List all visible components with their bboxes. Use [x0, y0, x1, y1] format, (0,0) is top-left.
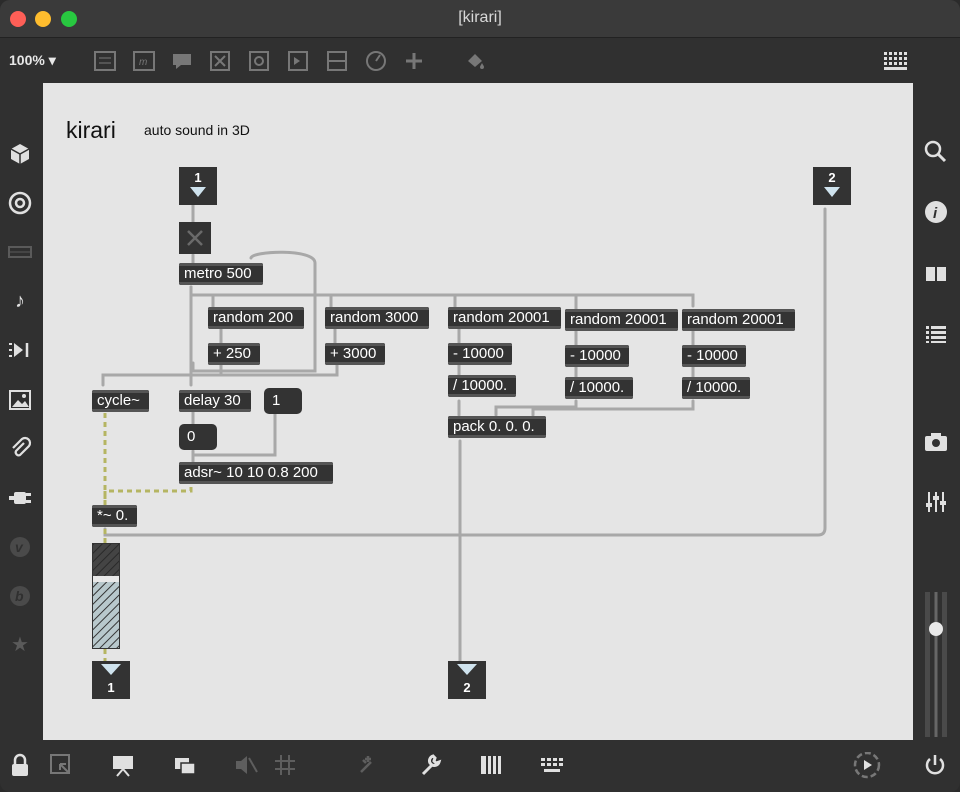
toggle[interactable] — [179, 222, 211, 254]
minus-10000-object-c[interactable]: - 10000 — [682, 345, 746, 367]
audio-dsp-icon[interactable] — [852, 751, 882, 779]
paint-bucket-icon[interactable] — [463, 49, 487, 73]
add-snippet-icon[interactable] — [356, 752, 382, 778]
message-box-icon[interactable]: m — [132, 49, 156, 73]
plus-3000-object[interactable]: + 3000 — [325, 343, 385, 365]
snapshot-icon[interactable] — [922, 428, 950, 456]
outlet-2-number: 2 — [463, 680, 471, 695]
title-bar: [kirari] — [0, 0, 960, 38]
lock-icon[interactable] — [7, 752, 33, 778]
power-icon[interactable] — [922, 752, 948, 778]
inlet-1[interactable]: 1 — [179, 167, 217, 205]
random-200-object[interactable]: random 200 — [208, 307, 304, 329]
presentation-select-icon[interactable] — [48, 752, 74, 778]
random-3000-object[interactable]: random 3000 — [325, 307, 429, 329]
patch-title: kirari — [66, 117, 116, 143]
gain-slider[interactable] — [92, 543, 120, 649]
outlet-arrow-icon — [457, 664, 477, 675]
number-object-icon[interactable] — [286, 49, 310, 73]
bottom-toolbar — [0, 740, 960, 792]
svg-text:v: v — [15, 539, 24, 555]
inlet-2-number: 2 — [828, 170, 836, 185]
plus-250-object[interactable]: + 250 — [208, 343, 260, 365]
add-object-icon[interactable] — [402, 49, 426, 73]
patch-subtitle: auto sound in 3D — [144, 122, 250, 138]
presentation-mode-icon[interactable] — [110, 752, 136, 778]
computer-keyboard-icon[interactable] — [539, 752, 565, 778]
object-box-icon[interactable] — [93, 49, 117, 73]
outlet-1-number: 1 — [107, 680, 115, 695]
music-note-icon[interactable]: ♪ — [6, 287, 34, 315]
toggle-x-icon — [187, 230, 203, 246]
new-view-icon[interactable] — [172, 752, 198, 778]
left-sidebar: ♪ v b ★ — [0, 82, 42, 740]
volume-meter[interactable] — [923, 592, 951, 737]
minus-10000-object-b[interactable]: - 10000 — [565, 345, 629, 367]
button-object-icon[interactable] — [208, 49, 232, 73]
svg-text:b: b — [15, 588, 24, 604]
paperclip-icon[interactable] — [6, 435, 34, 463]
delay-object[interactable]: delay 30 — [179, 390, 251, 412]
adsr-object[interactable]: adsr~ 10 10 0.8 200 — [179, 462, 333, 484]
divide-10000-object-b[interactable]: / 10000. — [565, 377, 633, 399]
piano-keyboard-icon[interactable] — [478, 752, 504, 778]
outlet-1[interactable]: 1 — [92, 661, 130, 699]
vimeo-icon[interactable]: v — [6, 533, 34, 561]
cube-icon[interactable] — [6, 140, 34, 168]
divide-10000-object-a[interactable]: / 10000. — [448, 375, 516, 397]
grid-view-icon[interactable] — [883, 49, 911, 73]
divide-10000-object-c[interactable]: / 10000. — [682, 377, 750, 399]
svg-text:m: m — [139, 57, 147, 68]
right-sidebar: i — [913, 82, 960, 740]
patch-cords — [101, 201, 827, 665]
keyboard-object-icon[interactable] — [6, 238, 34, 266]
window-title: [kirari] — [458, 9, 502, 26]
patcher-window: [kirari] 100% ▾ m ♪ v b ★ i kirari auto … — [0, 0, 960, 792]
random-20001-object-c[interactable]: random 20001 — [682, 309, 795, 331]
inlet-2[interactable]: 2 — [813, 167, 851, 205]
metro-object[interactable]: metro 500 — [179, 263, 263, 285]
pack-object[interactable]: pack 0. 0. 0. — [448, 416, 546, 438]
plug-icon[interactable] — [6, 484, 34, 512]
gain-slider-fill — [93, 544, 119, 648]
mixer-icon[interactable] — [922, 488, 950, 516]
cycle-object[interactable]: cycle~ — [92, 390, 149, 412]
inlet-arrow-icon — [190, 187, 206, 197]
slider-object-icon[interactable] — [325, 49, 349, 73]
toolbar: 100% ▾ m — [0, 38, 960, 82]
comment-icon[interactable] — [170, 49, 194, 73]
grid-icon[interactable] — [272, 752, 298, 778]
dial-object-icon[interactable] — [364, 49, 388, 73]
image-icon[interactable] — [6, 386, 34, 414]
mute-icon[interactable] — [233, 752, 259, 778]
play-step-icon[interactable] — [6, 336, 34, 364]
outlet-2[interactable]: 2 — [448, 661, 486, 699]
list-icon[interactable] — [922, 320, 950, 348]
b-package-icon[interactable]: b — [6, 582, 34, 610]
target-icon[interactable] — [6, 189, 34, 217]
random-20001-object-b[interactable]: random 20001 — [565, 309, 678, 331]
minus-10000-object-a[interactable]: - 10000 — [448, 343, 512, 365]
random-20001-object-a[interactable]: random 20001 — [448, 307, 561, 329]
outlet-arrow-icon — [101, 664, 121, 675]
info-icon[interactable]: i — [922, 198, 950, 226]
zoom-menu[interactable]: 100% ▾ — [9, 52, 56, 69]
inlet-1-number: 1 — [194, 170, 202, 185]
message-box-0[interactable]: 0 — [179, 424, 217, 450]
wrench-icon[interactable] — [417, 752, 443, 778]
star-icon[interactable]: ★ — [6, 631, 34, 659]
multiply-signal-object[interactable]: *~ 0. — [92, 505, 137, 527]
patch-canvas[interactable]: kirari auto sound in 3D 1 2 metro 500 ra… — [43, 83, 913, 740]
search-icon[interactable] — [922, 138, 950, 166]
reference-book-icon[interactable] — [922, 260, 950, 288]
inlet-arrow-icon — [824, 187, 840, 197]
message-box-1[interactable]: 1 — [264, 388, 302, 414]
toggle-object-icon[interactable] — [247, 49, 271, 73]
